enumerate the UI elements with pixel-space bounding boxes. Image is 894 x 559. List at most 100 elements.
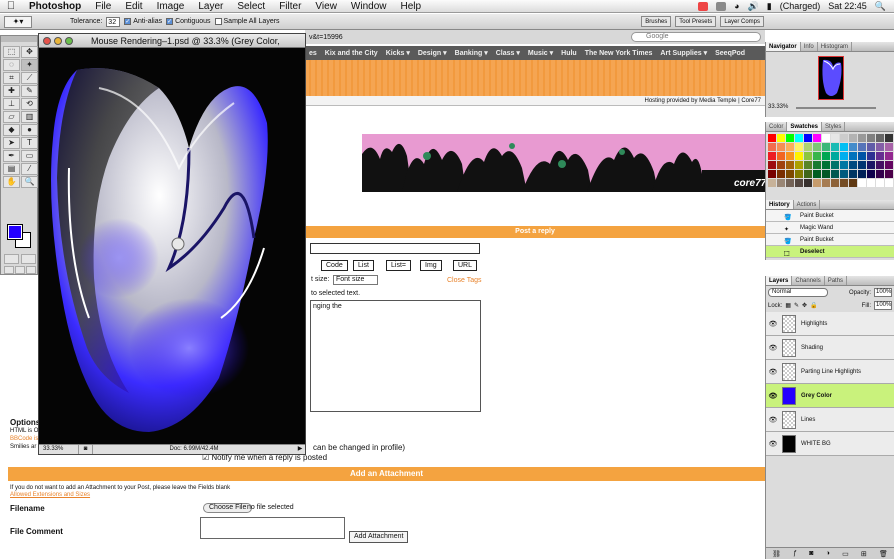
color-swatch[interactable] [858, 179, 866, 187]
screen-mode-icon[interactable] [26, 266, 36, 274]
color-swatch[interactable] [876, 170, 884, 178]
screen-mode-icon[interactable] [4, 266, 14, 274]
close-tags-link[interactable]: Close Tags [447, 277, 482, 284]
status-app-icon[interactable] [698, 1, 709, 11]
color-swatch[interactable] [813, 161, 821, 169]
color-swatch[interactable] [813, 143, 821, 151]
menu-edit[interactable]: Edit [118, 1, 149, 12]
color-swatch[interactable] [822, 134, 830, 142]
code-button[interactable]: Code [321, 260, 348, 271]
color-swatch[interactable] [867, 143, 875, 151]
brush-tool-icon[interactable]: ✎ [21, 85, 38, 97]
battery-status[interactable]: (Charged) [780, 1, 821, 11]
color-swatch[interactable] [885, 152, 893, 160]
bookmark-item[interactable]: Class ▾ [496, 49, 520, 57]
bookmark-item[interactable]: Design ▾ [418, 49, 447, 57]
color-swatch[interactable] [786, 152, 794, 160]
zoom-tool-icon[interactable]: 🔍 [21, 176, 38, 188]
font-size-select[interactable]: Font size [333, 275, 378, 285]
menu-window[interactable]: Window [344, 1, 394, 12]
color-swatch[interactable] [786, 143, 794, 151]
navigator-zoom-slider[interactable] [796, 107, 876, 109]
color-swatch[interactable] [867, 161, 875, 169]
crop-tool-icon[interactable]: ⌗ [3, 72, 20, 84]
bookmark-item[interactable]: Kix and the City [325, 50, 378, 57]
layer-row[interactable]: 👁 WHITE BG [766, 432, 894, 456]
sample-all-checkbox[interactable]: Sample All Layers [214, 18, 280, 25]
url-button[interactable]: URL [453, 260, 478, 271]
notes-tool-icon[interactable]: ▤ [3, 163, 20, 175]
color-swatch[interactable] [804, 170, 812, 178]
color-swatch[interactable] [786, 179, 794, 187]
clock[interactable]: Sat 22:45 [828, 1, 867, 11]
color-swatch[interactable] [813, 134, 821, 142]
foreground-color-swatch[interactable] [7, 224, 23, 240]
adjustment-layer-icon[interactable]: ◑ [826, 550, 830, 557]
eraser-tool-icon[interactable]: ▱ [3, 111, 20, 123]
color-swatch[interactable] [885, 134, 893, 142]
history-brush-tool-icon[interactable]: ⟲ [21, 98, 38, 110]
color-swatch[interactable] [831, 170, 839, 178]
magic-wand-tool-icon[interactable]: ✦ [21, 59, 38, 71]
list-equals-button[interactable]: List= [386, 260, 411, 271]
tab-swatches[interactable]: Swatches [787, 122, 823, 131]
quick-mask-icon[interactable] [21, 254, 36, 264]
color-swatch[interactable] [822, 152, 830, 160]
status-menu-arrow-icon[interactable]: ▶ [295, 445, 305, 454]
color-swatch[interactable] [768, 179, 776, 187]
spotlight-icon[interactable]: 🔍 [875, 1, 886, 12]
color-swatch[interactable] [795, 134, 803, 142]
color-swatch[interactable] [768, 134, 776, 142]
file-comment-textarea[interactable] [200, 517, 345, 539]
fill-input[interactable]: 100% [874, 301, 892, 310]
color-swatch[interactable] [876, 161, 884, 169]
color-swatch[interactable] [840, 179, 848, 187]
color-swatch[interactable] [876, 179, 884, 187]
status-extra-icon[interactable] [716, 1, 727, 11]
color-swatch[interactable] [849, 179, 857, 187]
tab-layers[interactable]: Layers [766, 276, 793, 285]
eye-icon[interactable]: 👁 [766, 416, 780, 424]
bookmark-item[interactable]: Banking ▾ [455, 49, 488, 57]
tab-color[interactable]: Color [766, 122, 788, 131]
color-swatch[interactable] [867, 152, 875, 160]
apple-icon[interactable]:  [0, 0, 22, 12]
bookmark-item[interactable]: Hulu [561, 50, 577, 57]
eyedropper-tool-icon[interactable]: ⁄ [21, 163, 38, 175]
lock-position-icon[interactable]: ✥ [802, 302, 807, 309]
trash-icon[interactable]: 🗑 [879, 550, 888, 558]
mouse-rendering-canvas[interactable] [39, 48, 305, 444]
color-swatch[interactable] [795, 179, 803, 187]
history-item[interactable]: 🪣 Paint Bucket [766, 234, 894, 246]
lock-image-icon[interactable]: ✎ [794, 302, 799, 309]
anti-alias-checkbox[interactable]: ✓ Anti-alias [124, 18, 162, 25]
eye-icon[interactable]: 👁 [766, 368, 780, 376]
option-bbcode[interactable]: BBCode is [10, 435, 38, 443]
allowed-extensions-link[interactable]: Allowed Extensions and Sizes [10, 492, 90, 498]
blur-tool-icon[interactable]: ◆ [3, 124, 20, 136]
screen-mode-icon[interactable] [15, 266, 25, 274]
layer-row[interactable]: 👁 Parting Line Highlights [766, 360, 894, 384]
color-swatch[interactable] [786, 134, 794, 142]
layer-row[interactable]: 👁 Shading [766, 336, 894, 360]
tool-preset-picker[interactable]: ✦ ▾ [4, 15, 32, 28]
color-swatch[interactable] [804, 152, 812, 160]
eye-icon[interactable]: 👁 [766, 320, 780, 328]
img-button[interactable]: Img [420, 260, 442, 271]
color-swatch[interactable] [831, 152, 839, 160]
move-tool-icon[interactable]: ✥ [21, 46, 38, 58]
color-swatch[interactable] [867, 170, 875, 178]
color-swatch[interactable] [804, 143, 812, 151]
color-swatch[interactable] [885, 161, 893, 169]
menu-select[interactable]: Select [230, 1, 272, 12]
color-swatch[interactable] [768, 152, 776, 160]
document-titlebar[interactable]: Mouse Rendering–1.psd @ 33.3% (Grey Colo… [39, 34, 305, 60]
tool-presets-well[interactable]: Tool Presets [675, 16, 717, 27]
menu-file[interactable]: File [88, 1, 118, 12]
lasso-tool-icon[interactable]: ◌ [3, 59, 20, 71]
brushes-well[interactable]: Brushes [641, 16, 672, 27]
bookmark-item[interactable]: SeeqPod [715, 50, 745, 57]
color-swatch[interactable] [885, 143, 893, 151]
menu-help[interactable]: Help [394, 1, 429, 12]
color-swatch[interactable] [804, 134, 812, 142]
